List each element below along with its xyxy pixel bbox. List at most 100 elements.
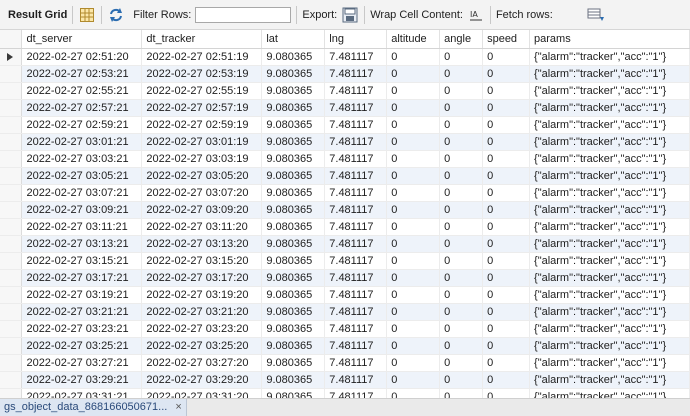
cell-dt-server[interactable]: 2022-02-27 03:11:21 — [21, 218, 143, 236]
cell-lat[interactable]: 9.080365 — [261, 337, 326, 355]
cell-speed[interactable]: 0 — [482, 218, 531, 236]
cell-altitude[interactable]: 0 — [386, 337, 441, 355]
column-header-altitude[interactable]: altitude — [386, 30, 441, 49]
cell-altitude[interactable]: 0 — [386, 235, 441, 253]
row-selector[interactable] — [0, 167, 23, 185]
cell-params[interactable]: {"alarm":"tracker","acc":"1"} — [529, 150, 690, 168]
cell-altitude[interactable]: 0 — [386, 201, 441, 219]
column-header-dt-server[interactable]: dt_server — [21, 30, 143, 49]
cell-lng[interactable]: 7.481117 — [324, 371, 388, 389]
cell-lat[interactable]: 9.080365 — [261, 235, 326, 253]
row-selector[interactable] — [0, 82, 23, 100]
cell-altitude[interactable]: 0 — [386, 133, 441, 151]
cell-dt-tracker[interactable]: 2022-02-27 03:31:20 — [141, 388, 263, 398]
cell-lng[interactable]: 7.481117 — [324, 320, 388, 338]
cell-angle[interactable]: 0 — [439, 65, 484, 83]
cell-angle[interactable]: 0 — [439, 150, 484, 168]
row-selector[interactable] — [0, 201, 23, 219]
fetch-rows-icon[interactable] — [587, 6, 605, 24]
table-row[interactable]: 2022-02-27 03:17:21 2022-02-27 03:17:20 9.… — [0, 269, 690, 287]
cell-dt-server[interactable]: 2022-02-27 02:59:21 — [21, 116, 143, 134]
cell-dt-tracker[interactable]: 2022-02-27 03:13:20 — [141, 235, 263, 253]
refresh-icon[interactable] — [107, 6, 125, 24]
cell-lat[interactable]: 9.080365 — [261, 303, 326, 321]
cell-speed[interactable]: 0 — [482, 99, 531, 117]
row-selector[interactable] — [0, 286, 23, 304]
cell-params[interactable]: {"alarm":"tracker","acc":"1"} — [529, 371, 690, 389]
cell-dt-server[interactable]: 2022-02-27 03:29:21 — [21, 371, 143, 389]
cell-altitude[interactable]: 0 — [386, 150, 441, 168]
cell-angle[interactable]: 0 — [439, 320, 484, 338]
cell-altitude[interactable]: 0 — [386, 269, 441, 287]
cell-altitude[interactable]: 0 — [386, 167, 441, 185]
row-selector[interactable] — [0, 320, 23, 338]
cell-angle[interactable]: 0 — [439, 388, 484, 398]
wrap-text-icon[interactable]: IA — [467, 6, 485, 24]
row-selector[interactable] — [0, 184, 23, 202]
cell-speed[interactable]: 0 — [482, 116, 531, 134]
cell-dt-server[interactable]: 2022-02-27 02:53:21 — [21, 65, 143, 83]
cell-speed[interactable]: 0 — [482, 184, 531, 202]
cell-lng[interactable]: 7.481117 — [324, 286, 388, 304]
cell-dt-tracker[interactable]: 2022-02-27 02:55:19 — [141, 82, 263, 100]
cell-params[interactable]: {"alarm":"tracker","acc":"1"} — [529, 269, 690, 287]
cell-speed[interactable]: 0 — [482, 252, 531, 270]
cell-params[interactable]: {"alarm":"tracker","acc":"1"} — [529, 133, 690, 151]
grid-view-icon[interactable] — [78, 6, 96, 24]
cell-dt-server[interactable]: 2022-02-27 03:25:21 — [21, 337, 143, 355]
cell-angle[interactable]: 0 — [439, 218, 484, 236]
cell-lng[interactable]: 7.481117 — [324, 82, 388, 100]
cell-lat[interactable]: 9.080365 — [261, 65, 326, 83]
column-header-lat[interactable]: lat — [261, 30, 326, 49]
cell-dt-server[interactable]: 2022-02-27 03:17:21 — [21, 269, 143, 287]
cell-lng[interactable]: 7.481117 — [324, 150, 388, 168]
cell-lng[interactable]: 7.481117 — [324, 303, 388, 321]
cell-lat[interactable]: 9.080365 — [261, 116, 326, 134]
cell-altitude[interactable]: 0 — [386, 82, 441, 100]
cell-angle[interactable]: 0 — [439, 201, 484, 219]
table-row[interactable]: 2022-02-27 03:31:21 2022-02-27 03:31:20 9.… — [0, 388, 690, 398]
cell-angle[interactable]: 0 — [439, 269, 484, 287]
row-selector[interactable] — [0, 388, 23, 398]
cell-lat[interactable]: 9.080365 — [261, 82, 326, 100]
table-row[interactable]: 2022-02-27 03:13:21 2022-02-27 03:13:20 9.… — [0, 235, 690, 253]
row-selector[interactable] — [0, 354, 23, 372]
cell-lat[interactable]: 9.080365 — [261, 252, 326, 270]
cell-dt-tracker[interactable]: 2022-02-27 03:11:20 — [141, 218, 263, 236]
cell-dt-server[interactable]: 2022-02-27 03:07:21 — [21, 184, 143, 202]
cell-lat[interactable]: 9.080365 — [261, 286, 326, 304]
cell-params[interactable]: {"alarm":"tracker","acc":"1"} — [529, 48, 690, 66]
cell-lng[interactable]: 7.481117 — [324, 48, 388, 66]
row-selector[interactable] — [0, 371, 23, 389]
table-row[interactable]: 2022-02-27 03:21:21 2022-02-27 03:21:20 9.… — [0, 303, 690, 321]
cell-dt-tracker[interactable]: 2022-02-27 02:57:19 — [141, 99, 263, 117]
cell-lat[interactable]: 9.080365 — [261, 99, 326, 117]
filter-rows-input[interactable] — [195, 6, 292, 23]
cell-lat[interactable]: 9.080365 — [261, 354, 326, 372]
cell-lng[interactable]: 7.481117 — [324, 269, 388, 287]
cell-params[interactable]: {"alarm":"tracker","acc":"1"} — [529, 99, 690, 117]
cell-lng[interactable]: 7.481117 — [324, 167, 388, 185]
column-header-lng[interactable]: lng — [324, 30, 388, 49]
table-row[interactable]: 2022-02-27 02:51:20 2022-02-27 02:51:19 9.… — [0, 48, 690, 66]
cell-speed[interactable]: 0 — [482, 371, 531, 389]
cell-speed[interactable]: 0 — [482, 235, 531, 253]
cell-params[interactable]: {"alarm":"tracker","acc":"1"} — [529, 235, 690, 253]
cell-params[interactable]: {"alarm":"tracker","acc":"1"} — [529, 337, 690, 355]
row-selector[interactable] — [0, 235, 23, 253]
cell-dt-tracker[interactable]: 2022-02-27 03:07:20 — [141, 184, 263, 202]
cell-lng[interactable]: 7.481117 — [324, 116, 388, 134]
cell-dt-server[interactable]: 2022-02-27 03:27:21 — [21, 354, 143, 372]
cell-params[interactable]: {"alarm":"tracker","acc":"1"} — [529, 116, 690, 134]
cell-altitude[interactable]: 0 — [386, 65, 441, 83]
table-row[interactable]: 2022-02-27 03:23:21 2022-02-27 03:23:20 9.… — [0, 320, 690, 338]
cell-dt-tracker[interactable]: 2022-02-27 02:59:19 — [141, 116, 263, 134]
cell-speed[interactable]: 0 — [482, 388, 531, 398]
cell-dt-server[interactable]: 2022-02-27 03:31:21 — [21, 388, 143, 398]
cell-dt-server[interactable]: 2022-02-27 02:55:21 — [21, 82, 143, 100]
cell-lat[interactable]: 9.080365 — [261, 133, 326, 151]
cell-speed[interactable]: 0 — [482, 303, 531, 321]
table-row[interactable]: 2022-02-27 02:59:21 2022-02-27 02:59:19 9.… — [0, 116, 690, 134]
cell-dt-server[interactable]: 2022-02-27 03:01:21 — [21, 133, 143, 151]
cell-dt-server[interactable]: 2022-02-27 03:19:21 — [21, 286, 143, 304]
